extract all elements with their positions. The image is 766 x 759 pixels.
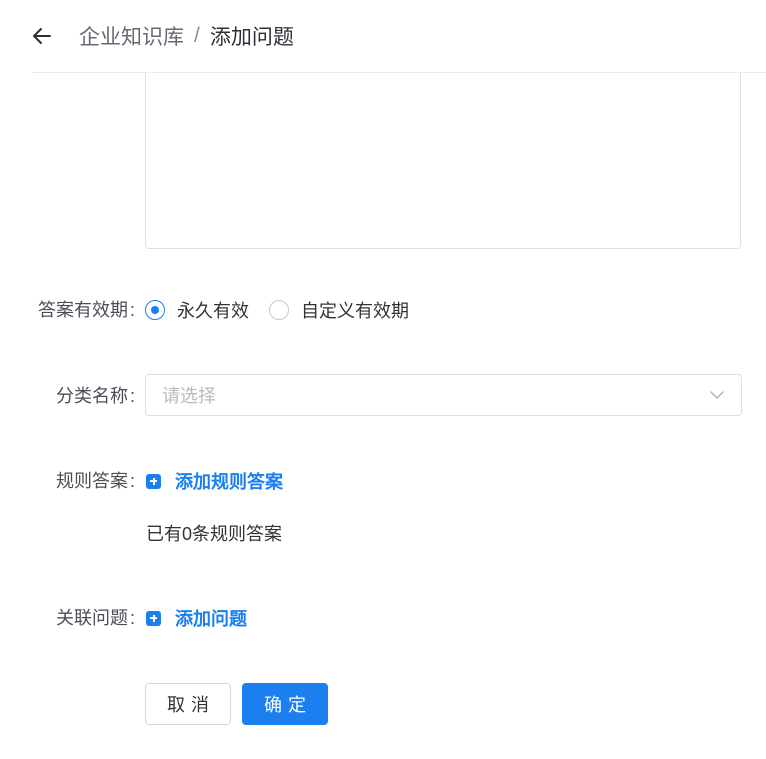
arrow-left-icon <box>33 28 51 44</box>
radio-unchecked-icon <box>269 300 289 320</box>
radio-permanent-label: 永久有效 <box>177 301 249 321</box>
category-select[interactable]: 请选择 <box>145 374 742 416</box>
back-button[interactable] <box>28 22 56 50</box>
radio-checked-icon <box>145 300 165 320</box>
rule-answer-count: 已有0条规则答案 <box>146 524 283 544</box>
confirm-button-label: 确定 <box>264 695 312 715</box>
answer-textarea[interactable] <box>145 73 741 249</box>
cancel-button[interactable]: 取消 <box>145 683 231 725</box>
category-label: 分类名称: <box>55 386 135 406</box>
rule-answer-label: 规则答案: <box>55 471 135 491</box>
confirm-button[interactable]: 确定 <box>242 683 328 725</box>
add-question-label: 添加问题 <box>175 609 247 629</box>
add-rule-answer-button[interactable]: 添加规则答案 <box>146 469 283 493</box>
radio-custom[interactable]: 自定义有效期 <box>269 297 409 323</box>
page-header: 企业知识库 / 添加问题 <box>0 0 766 73</box>
breadcrumb-root[interactable]: 企业知识库 <box>79 21 184 51</box>
add-question-button[interactable]: 添加问题 <box>146 606 247 630</box>
validity-radio-group: 永久有效 自定义有效期 <box>145 298 429 322</box>
plus-square-icon <box>146 473 161 489</box>
breadcrumb: 企业知识库 / 添加问题 <box>79 22 294 50</box>
related-question-label: 关联问题: <box>55 608 135 628</box>
breadcrumb-current: 添加问题 <box>209 26 294 49</box>
validity-label: 答案有效期: <box>37 300 135 320</box>
add-rule-answer-label: 添加规则答案 <box>175 472 283 492</box>
category-select-placeholder: 请选择 <box>162 386 216 406</box>
chevron-down-icon <box>709 390 725 400</box>
radio-custom-label: 自定义有效期 <box>301 301 409 321</box>
cancel-button-label: 取消 <box>167 695 215 715</box>
radio-permanent[interactable]: 永久有效 <box>145 297 249 323</box>
breadcrumb-separator: / <box>194 24 200 47</box>
plus-square-icon <box>146 610 161 626</box>
